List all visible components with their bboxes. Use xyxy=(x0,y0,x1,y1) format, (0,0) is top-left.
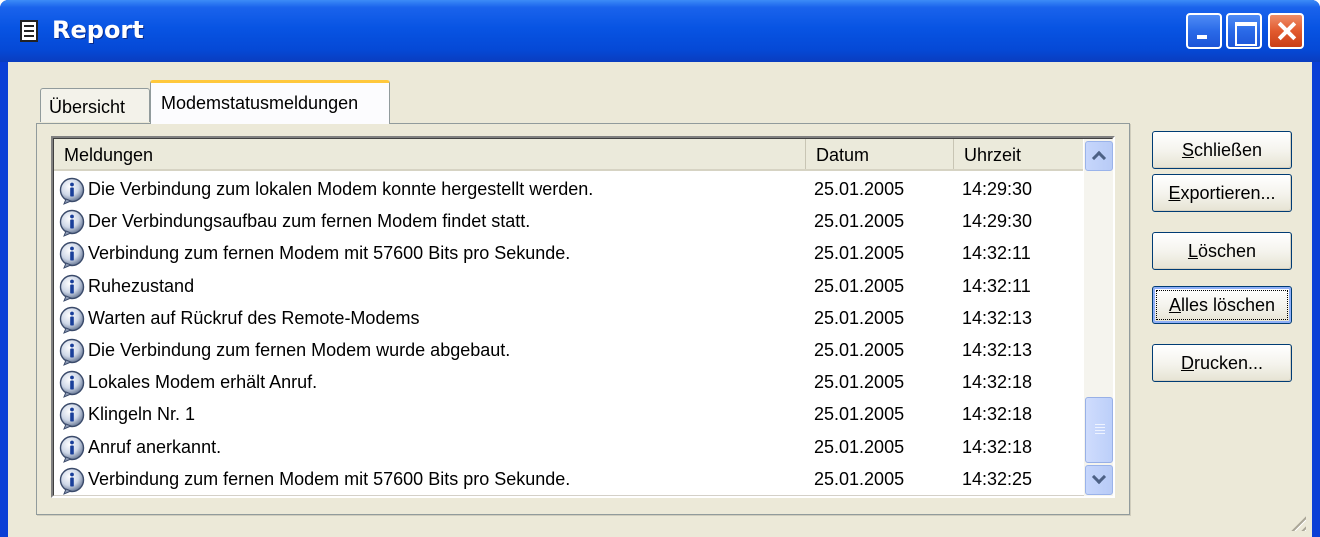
column-header-datum[interactable]: Datum xyxy=(806,139,954,169)
row-date: 25.01.2005 xyxy=(814,179,905,199)
print-button[interactable]: Drucken... xyxy=(1152,344,1292,382)
table-row[interactable]: Der Verbindungsaufbau zum fernen Modem f… xyxy=(54,205,1083,238)
row-date: 25.01.2005 xyxy=(814,468,905,489)
vertical-scrollbar[interactable] xyxy=(1084,139,1113,496)
dialog-client-area: Übersicht Modemstatusmeldungen Meldungen… xyxy=(8,62,1312,537)
row-time: 14:29:30 xyxy=(962,211,1033,232)
row-message: Die Verbindung zum lokalen Modem konnte … xyxy=(88,179,594,199)
row-time: 14:32:11 xyxy=(962,275,1031,296)
window-title: Report xyxy=(52,16,144,44)
table-row[interactable]: Anruf anerkannt. 25.01.2005 14:32:18 xyxy=(54,431,1083,463)
row-message: Ruhezustand xyxy=(88,275,195,296)
report-app-icon[interactable] xyxy=(20,20,38,42)
info-icon xyxy=(58,338,86,366)
row-message: Verbindung zum fernen Modem mit 57600 Bi… xyxy=(88,468,571,489)
row-date: 25.01.2005 xyxy=(814,243,905,264)
row-time: 14:29:30 xyxy=(962,179,1033,199)
tab-uebersicht[interactable]: Übersicht xyxy=(40,88,150,122)
row-message: Anruf anerkannt. xyxy=(88,436,222,457)
grip-lines-icon xyxy=(1095,424,1105,425)
row-date: 25.01.2005 xyxy=(814,372,905,393)
delete-all-button[interactable]: Alles löschen xyxy=(1152,286,1292,324)
tab-modemstatusmeldungen[interactable]: Modemstatusmeldungen xyxy=(150,80,390,124)
row-time: 14:32:25 xyxy=(962,468,1033,489)
export-button[interactable]: Exportieren... xyxy=(1152,174,1292,212)
table-row[interactable]: Verbindung zum fernen Modem mit 57600 Bi… xyxy=(54,463,1083,495)
list-rows: Die Verbindung zum lokalen Modem konnte … xyxy=(54,173,1083,495)
close-button[interactable]: Schließen xyxy=(1152,131,1292,169)
row-message: Warten auf Rückruf des Remote-Modems xyxy=(88,307,420,328)
delete-button[interactable]: Löschen xyxy=(1152,232,1292,270)
info-icon xyxy=(58,274,86,302)
table-row[interactable]: Lokales Modem erhält Anruf. 25.01.2005 14:… xyxy=(54,366,1083,399)
table-row[interactable]: Verbindung zum fernen Modem mit 57600 Bi… xyxy=(54,237,1083,270)
row-message: Der Verbindungsaufbau zum fernen Modem f… xyxy=(88,211,531,232)
info-icon xyxy=(58,177,86,205)
table-row[interactable]: Die Verbindung zum lokalen Modem konnte … xyxy=(54,173,1083,205)
info-icon xyxy=(58,435,86,463)
report-window: Report Übersicht Modemstatusmeldungen Me… xyxy=(0,0,1320,537)
table-row[interactable]: Ruhezustand 25.01.2005 14:32:11 xyxy=(54,270,1083,302)
row-time: 14:32:18 xyxy=(962,372,1033,393)
row-time: 14:32:18 xyxy=(962,404,1033,425)
row-message: Die Verbindung zum fernen Modem wurde ab… xyxy=(88,339,511,360)
resize-grip[interactable] xyxy=(1286,511,1306,531)
minimize-button[interactable] xyxy=(1186,13,1222,49)
table-row[interactable]: Die Verbindung zum fernen Modem wurde ab… xyxy=(54,334,1083,366)
scroll-up-button[interactable] xyxy=(1085,141,1113,171)
chevron-down-icon xyxy=(1091,469,1107,485)
row-time: 14:32:13 xyxy=(962,307,1033,328)
column-header-meldungen[interactable]: Meldungen xyxy=(54,139,806,169)
maximize-button[interactable] xyxy=(1226,13,1262,49)
info-icon xyxy=(58,467,86,495)
row-date: 25.01.2005 xyxy=(814,404,905,425)
info-icon xyxy=(58,306,86,334)
title-bar[interactable]: Report xyxy=(0,0,1320,62)
chevron-up-icon xyxy=(1091,150,1107,166)
row-time: 14:32:18 xyxy=(962,436,1033,457)
row-date: 25.01.2005 xyxy=(814,436,905,457)
row-date: 25.01.2005 xyxy=(814,275,905,296)
scroll-down-button[interactable] xyxy=(1085,465,1113,495)
column-header-uhrzeit[interactable]: Uhrzeit xyxy=(954,139,1083,169)
row-message: Lokales Modem erhält Anruf. xyxy=(88,372,318,393)
row-date: 25.01.2005 xyxy=(814,339,905,360)
list-header: Meldungen Datum Uhrzeit xyxy=(54,139,1083,171)
info-icon xyxy=(58,402,86,431)
row-date: 25.01.2005 xyxy=(814,211,905,232)
scroll-thumb[interactable] xyxy=(1085,397,1113,463)
row-message: Verbindung zum fernen Modem mit 57600 Bi… xyxy=(88,243,571,264)
info-icon xyxy=(58,241,86,270)
row-message: Klingeln Nr. 1 xyxy=(88,404,196,425)
row-date: 25.01.2005 xyxy=(814,307,905,328)
row-time: 14:32:11 xyxy=(962,243,1031,264)
table-row[interactable]: Klingeln Nr. 1 25.01.2005 14:32:18 xyxy=(54,398,1083,431)
close-window-button[interactable] xyxy=(1268,13,1304,49)
message-list[interactable]: Meldungen Datum Uhrzeit Die Verbindung z… xyxy=(51,136,1115,498)
tab-panel: Meldungen Datum Uhrzeit Die Verbindung z… xyxy=(36,123,1130,515)
info-icon xyxy=(58,370,86,399)
row-time: 14:32:13 xyxy=(962,339,1033,360)
table-row[interactable]: Warten auf Rückruf des Remote-Modems 25.0… xyxy=(54,302,1083,334)
info-icon xyxy=(58,209,86,238)
